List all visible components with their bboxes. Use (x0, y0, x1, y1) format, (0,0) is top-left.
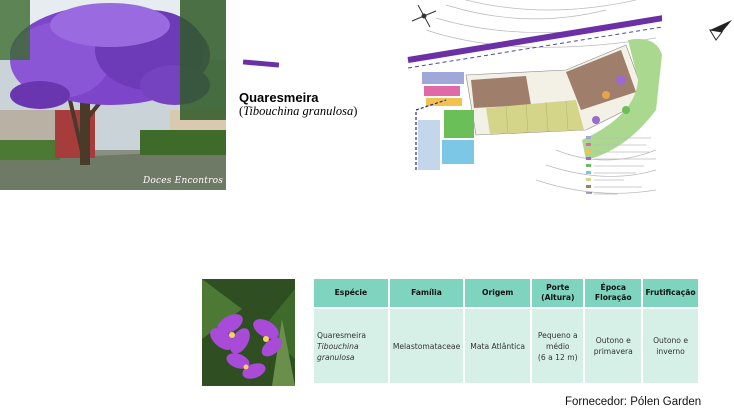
cell-species: Quaresmeira Tibouchina granulosa (314, 309, 388, 383)
cell-flowering: Outono e primavera (585, 309, 642, 383)
flower-photo (202, 279, 295, 386)
table-header-row: Espécie Família Origem Porte (Altura) Épo… (314, 279, 698, 307)
header-family: Família (389, 279, 464, 307)
cell-species-common: Quaresmeira (317, 330, 366, 340)
cell-flowering-1: Outono e (595, 336, 631, 345)
site-map (406, 0, 689, 205)
table-row: Quaresmeira Tibouchina granulosa Melastoma… (314, 309, 698, 383)
header-flowering: Época Floração (585, 279, 642, 307)
header-size-label: Porte (546, 283, 570, 292)
cell-species-sci-2: granulosa (317, 352, 355, 362)
cell-size-1: Pequeno a (537, 330, 578, 340)
cell-flowering-2: primavera (593, 347, 633, 356)
cell-family: Melastomataceae (389, 309, 464, 383)
species-scientific-name-text: Tibouchina granulosa (243, 104, 354, 118)
supplier-text: Fornecedor: Pólen Garden (565, 396, 702, 408)
north-arrow-icon (708, 14, 734, 44)
cell-fruiting: Outono e inverno (643, 309, 698, 383)
tree-photo (0, 0, 226, 190)
cell-size-2: médio (545, 341, 570, 351)
cell-fruiting-1: Outono e (653, 336, 689, 345)
species-common-name: Quaresmeira (239, 90, 319, 105)
cell-size-3: (6 a 12 m) (537, 352, 578, 362)
species-scientific-name: (Tibouchina granulosa) (239, 104, 358, 118)
header-size-sub: (Altura) (541, 293, 575, 302)
header-fruiting: Frutificação (643, 279, 698, 307)
cell-size: Pequeno a médio (6 a 12 m) (532, 309, 584, 383)
cell-species-sci-1: Tibouchina (317, 341, 359, 351)
header-size: Porte (Altura) (532, 279, 584, 307)
header-origin: Origem (465, 279, 531, 307)
header-species: Espécie (314, 279, 388, 307)
cell-fruiting-2: inverno (656, 347, 685, 356)
accent-bar (242, 59, 280, 68)
cell-origin: Mata Atlântica (465, 309, 531, 383)
tree-photo-caption: Doces Encontros (143, 176, 224, 186)
species-table: Espécie Família Origem Porte (Altura) Épo… (312, 277, 700, 385)
